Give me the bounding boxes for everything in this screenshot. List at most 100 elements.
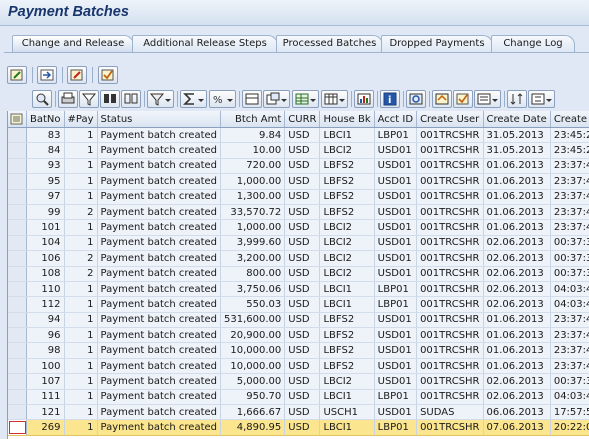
cell-create-date[interactable]: 02.06.2013 xyxy=(483,296,551,313)
cell-btch-amt[interactable]: 10.00 xyxy=(220,142,286,159)
cell-acct-id[interactable]: USD01 xyxy=(374,373,418,390)
cell-status[interactable]: Payment batch created xyxy=(97,389,222,406)
cell-curr[interactable]: USD xyxy=(284,404,321,421)
note-button[interactable] xyxy=(453,90,473,108)
table-row[interactable]: 121 1 Payment batch created 1,666.67 USD USCH… xyxy=(8,404,589,421)
cell-status[interactable]: Payment batch created xyxy=(97,312,222,329)
cell-create-time[interactable]: 23:37:47 xyxy=(550,158,589,175)
approve-button[interactable] xyxy=(98,66,118,84)
cell-btch-amt[interactable]: 4,890.95 xyxy=(220,419,286,436)
cell-pay[interactable]: 1 xyxy=(64,327,98,344)
cell-batno[interactable]: 93 xyxy=(26,158,65,175)
cell-status[interactable]: Payment batch created xyxy=(97,173,222,190)
cell-batno[interactable]: 84 xyxy=(26,142,65,159)
cell-curr[interactable]: USD xyxy=(284,158,321,175)
cell-curr[interactable]: USD xyxy=(284,389,321,406)
cell-pay[interactable]: 1 xyxy=(64,358,98,375)
cell-curr[interactable]: USD xyxy=(284,204,321,221)
cell-btch-amt[interactable]: 800.00 xyxy=(220,266,286,282)
cell-create-user[interactable]: 001TRCSHR xyxy=(416,189,484,205)
subtotal-button[interactable]: % xyxy=(209,90,236,108)
cell-pay[interactable]: 1 xyxy=(64,404,98,421)
cell-house-bk[interactable]: LBCI1 xyxy=(319,127,375,144)
release-button[interactable] xyxy=(67,66,87,84)
edit-button[interactable] xyxy=(7,66,27,84)
cell-batno[interactable]: 104 xyxy=(26,235,65,252)
cell-acct-id[interactable]: USD01 xyxy=(374,312,418,329)
cell-acct-id[interactable]: LBP01 xyxy=(374,419,418,436)
cell-status[interactable]: Payment batch created xyxy=(97,189,222,205)
cell-house-bk[interactable]: LBCI2 xyxy=(319,373,375,390)
cell-create-time[interactable]: 04:03:40 xyxy=(550,296,589,313)
table-row[interactable]: 96 1 Payment batch created 20,900.00 USD LBFS… xyxy=(8,327,589,344)
row-selector[interactable] xyxy=(8,358,27,375)
cell-create-time[interactable]: 23:45:22 xyxy=(550,142,589,159)
cell-batno[interactable]: 108 xyxy=(26,266,65,282)
cell-status[interactable]: Payment batch created xyxy=(97,327,222,344)
cell-curr[interactable]: USD xyxy=(284,342,321,359)
col-header-create-date[interactable]: Create Date xyxy=(483,111,551,128)
cell-acct-id[interactable]: LBP01 xyxy=(374,389,418,406)
cell-acct-id[interactable]: USD01 xyxy=(374,142,418,159)
table-row[interactable]: 99 2 Payment batch created 33,570.72 USD LBFS… xyxy=(8,204,589,221)
cell-btch-amt[interactable]: 33,570.72 xyxy=(220,204,286,221)
cell-batno[interactable]: 269 xyxy=(26,419,65,436)
row-selector[interactable] xyxy=(8,219,27,236)
cell-pay[interactable]: 1 xyxy=(64,173,98,190)
cell-curr[interactable]: USD xyxy=(284,312,321,329)
filter-button[interactable] xyxy=(79,90,99,108)
table-row[interactable]: 101 1 Payment batch created 1,000.00 USD LBCI… xyxy=(8,219,589,236)
row-selector[interactable] xyxy=(8,404,27,421)
cell-pay[interactable]: 1 xyxy=(64,312,98,329)
row-selector[interactable] xyxy=(8,250,27,267)
row-selector[interactable] xyxy=(8,158,27,175)
cell-house-bk[interactable]: LBCI2 xyxy=(319,219,375,236)
cell-acct-id[interactable]: USD01 xyxy=(374,158,418,175)
cell-house-bk[interactable]: LBFS2 xyxy=(319,327,375,344)
row-selector[interactable] xyxy=(8,142,27,159)
cell-create-time[interactable]: 04:03:40 xyxy=(550,389,589,406)
cell-btch-amt[interactable]: 1,000.00 xyxy=(220,173,286,190)
cell-batno[interactable]: 106 xyxy=(26,250,65,267)
doc-button[interactable] xyxy=(432,90,452,108)
cell-curr[interactable]: USD xyxy=(284,296,321,313)
cell-acct-id[interactable]: USD01 xyxy=(374,250,418,267)
cell-create-user[interactable]: 001TRCSHR xyxy=(416,142,484,159)
cell-btch-amt[interactable]: 10,000.00 xyxy=(220,342,286,359)
cell-house-bk[interactable]: LBCI1 xyxy=(319,389,375,406)
cell-btch-amt[interactable]: 20,900.00 xyxy=(220,327,286,344)
cell-create-user[interactable]: 001TRCSHR xyxy=(416,235,484,252)
cell-pay[interactable]: 1 xyxy=(64,235,98,252)
cell-pay[interactable]: 1 xyxy=(64,342,98,359)
cell-btch-amt[interactable]: 720.00 xyxy=(220,158,286,175)
cell-create-date[interactable]: 01.06.2013 xyxy=(483,358,551,375)
cell-create-time[interactable]: 00:37:30 xyxy=(550,235,589,252)
table-row[interactable]: 94 1 Payment batch created 531,600.00 USD LBF… xyxy=(8,312,589,329)
table-row[interactable]: 106 2 Payment batch created 3,200.00 USD LBCI… xyxy=(8,250,589,267)
table-row[interactable]: 104 1 Payment batch created 3,999.60 USD LBCI… xyxy=(8,235,589,252)
cell-create-date[interactable]: 02.06.2013 xyxy=(483,266,551,282)
row-selector[interactable] xyxy=(8,296,27,313)
spreadsheet-button[interactable] xyxy=(292,90,319,108)
cell-create-date[interactable]: 01.06.2013 xyxy=(483,342,551,359)
cell-status[interactable]: Payment batch created xyxy=(97,158,222,175)
cell-acct-id[interactable]: USD01 xyxy=(374,358,418,375)
cell-btch-amt[interactable]: 9.84 xyxy=(220,127,286,144)
cell-house-bk[interactable]: LBCI1 xyxy=(319,281,375,298)
cell-pay[interactable]: 1 xyxy=(64,127,98,144)
cell-pay[interactable]: 1 xyxy=(64,189,98,205)
cell-status[interactable]: Payment batch created xyxy=(97,404,222,421)
graphic-button[interactable] xyxy=(354,90,374,108)
table-row[interactable]: 100 1 Payment batch created 10,000.00 USD LBF… xyxy=(8,358,589,375)
cell-create-time[interactable]: 00:37:30 xyxy=(550,266,589,282)
cell-pay[interactable]: 2 xyxy=(64,204,98,221)
cell-pay[interactable]: 1 xyxy=(64,158,98,175)
tab-additional-release-steps[interactable]: Additional Release Steps xyxy=(132,35,278,52)
table-row[interactable]: 108 2 Payment batch created 800.00 USD LBCI2 U… xyxy=(8,266,589,282)
cell-create-user[interactable]: SUDAS xyxy=(416,404,484,421)
cell-curr[interactable]: USD xyxy=(284,189,321,205)
cell-house-bk[interactable]: LBFS2 xyxy=(319,158,375,175)
cell-status[interactable]: Payment batch created xyxy=(97,419,222,436)
cell-create-user[interactable]: 001TRCSHR xyxy=(416,342,484,359)
table-row[interactable]: 98 1 Payment batch created 10,000.00 USD LBFS… xyxy=(8,342,589,359)
